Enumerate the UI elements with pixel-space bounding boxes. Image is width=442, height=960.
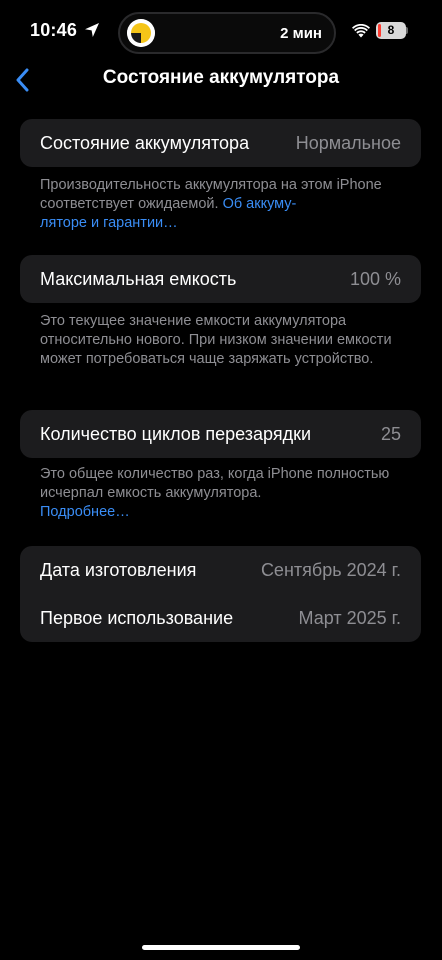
live-activity-app-icon [127,19,155,47]
battery-health-footer: Производительность аккумулятора на этом … [40,176,400,233]
max-capacity-card: Максимальная емкость 100 % [20,255,421,303]
battery-percentage: 8 [387,23,395,37]
battery-health-card: Состояние аккумулятора Нормальное [20,119,421,167]
first-use-value: Март 2025 г. [298,607,401,628]
cycle-count-value: 25 [380,423,401,444]
battery-health-label: Состояние аккумулятора [40,132,250,153]
battery-tip [406,27,408,34]
first-use-label: Первое использование [40,607,234,628]
cycle-count-footer-text: Это общее количество раз, когда iPhone п… [40,466,390,501]
status-bar: 10:46 2 мин 8 [0,0,442,64]
location-arrow-icon [85,23,99,37]
status-time: 10:46 [30,20,78,40]
battery-health-row: Состояние аккумулятора Нормальное [20,119,421,167]
cycle-count-label: Количество циклов перезарядки [40,423,312,444]
page-title: Состояние аккумулятора [102,67,340,88]
battery-health-footer-text: Производительность аккумулятора на этом … [40,177,382,212]
live-activity-text: 2 мин [280,25,322,42]
manufacture-date-row: Дата изготовления Сентябрь 2024 г. [20,546,421,594]
learn-more-link[interactable]: Подробнее… [40,504,130,520]
cycle-count-card: Количество циклов перезарядки 25 [20,410,421,458]
home-indicator[interactable] [142,945,300,950]
max-capacity-row: Максимальная емкость 100 % [20,255,421,303]
dynamic-island[interactable]: 2 мин [118,12,336,54]
first-use-row: Первое использование Март 2025 г. [20,594,421,642]
dates-card: Дата изготовления Сентябрь 2024 г. Перво… [20,546,421,642]
battery-warranty-link-part1: Об аккуму- [222,196,297,212]
cycle-count-row: Количество циклов перезарядки 25 [20,410,421,458]
max-capacity-label: Максимальная емкость [40,268,237,289]
manufacture-date-value: Сентябрь 2024 г. [260,559,401,580]
navigation-bar: Состояние аккумулятора [0,60,442,100]
cycle-count-footer: Это общее количество раз, когда iPhone п… [40,465,400,522]
battery-icon: 8 [376,22,406,39]
manufacture-date-label: Дата изготовления [40,559,197,580]
battery-health-value: Нормальное [295,132,401,153]
max-capacity-footer: Это текущее значение емкости аккумулятор… [40,313,392,367]
battery-warranty-link-part2: ляторе и гарантии… [40,215,178,231]
wifi-icon [352,24,370,38]
max-capacity-value: 100 % [349,268,401,289]
